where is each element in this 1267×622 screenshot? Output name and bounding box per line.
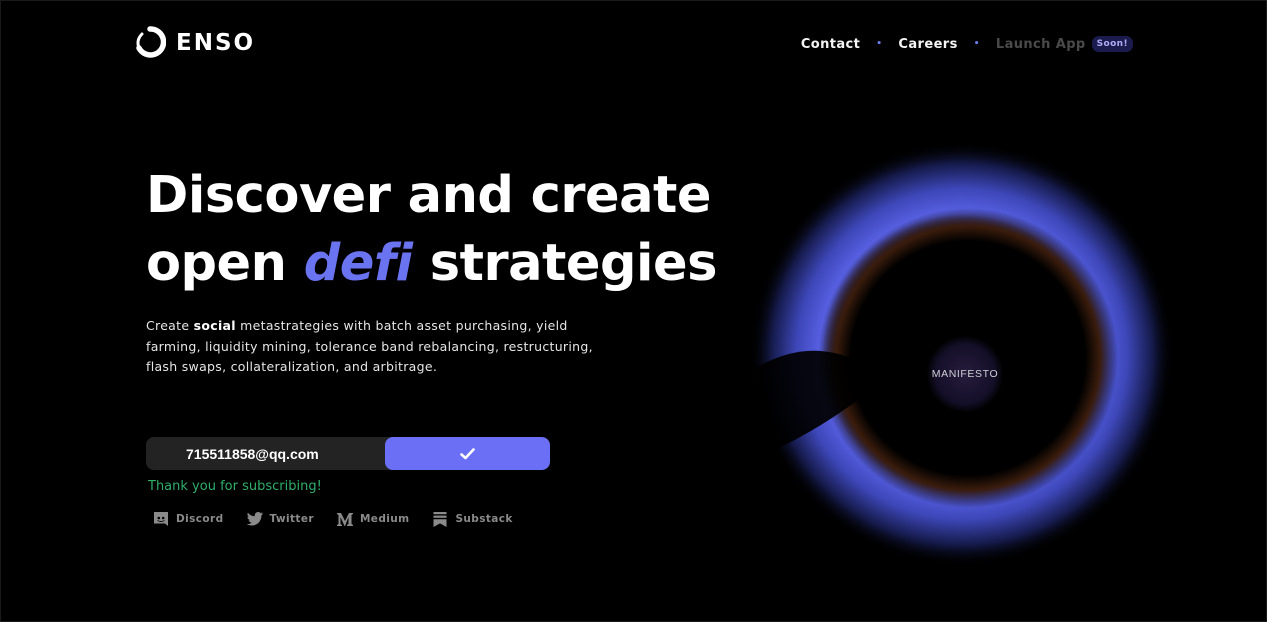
nav-separator: • bbox=[876, 39, 883, 49]
manifesto-button[interactable]: MANIFESTO bbox=[927, 336, 1003, 412]
twitter-icon bbox=[246, 511, 263, 526]
discord-icon bbox=[154, 512, 168, 526]
checkmark-icon bbox=[460, 447, 475, 459]
substack-icon bbox=[433, 512, 447, 527]
logo[interactable]: ENSO bbox=[134, 26, 255, 60]
social-link-medium[interactable]: Medium bbox=[336, 510, 410, 528]
nav-contact-link[interactable]: Contact bbox=[801, 37, 860, 52]
social-link-substack[interactable]: Substack bbox=[431, 510, 512, 528]
nav-careers-link[interactable]: Careers bbox=[898, 37, 957, 52]
hero-description: Create social metastrategies with batch … bbox=[146, 316, 596, 378]
desc-text-start: Create bbox=[146, 318, 190, 333]
social-links: Discord Twitter Medium Substack bbox=[152, 510, 513, 528]
desc-text-bold: social bbox=[193, 318, 236, 333]
social-label-medium: Medium bbox=[359, 513, 410, 525]
soon-badge: Soon! bbox=[1091, 36, 1133, 52]
social-label-discord: Discord bbox=[176, 513, 224, 525]
subscribe-form bbox=[146, 437, 550, 470]
medium-icon bbox=[336, 513, 353, 526]
social-link-discord[interactable]: Discord bbox=[152, 510, 224, 528]
subscribe-submit-button[interactable] bbox=[385, 437, 550, 470]
subscribe-success-message: Thank you for subscribing! bbox=[148, 479, 322, 494]
hero-title-line1: Discover and create bbox=[146, 166, 712, 225]
hero-title-accent: defi bbox=[303, 234, 413, 293]
hero-title-open: open bbox=[146, 234, 287, 293]
top-nav: Contact • Careers • Launch App Soon! bbox=[801, 36, 1133, 52]
nav-separator: • bbox=[973, 39, 980, 49]
enso-logo-icon bbox=[136, 26, 166, 58]
manifesto-label: MANIFESTO bbox=[931, 368, 999, 380]
nav-launch-app-link[interactable]: Launch App bbox=[996, 37, 1086, 52]
brand-name: ENSO bbox=[176, 30, 256, 56]
social-label-substack: Substack bbox=[455, 513, 513, 525]
email-input[interactable] bbox=[146, 437, 385, 470]
social-link-twitter[interactable]: Twitter bbox=[246, 510, 314, 528]
hero-title-strategies: strategies bbox=[429, 234, 718, 293]
hero-title: Discover and create open defi strategies bbox=[146, 162, 717, 298]
social-label-twitter: Twitter bbox=[269, 513, 314, 525]
